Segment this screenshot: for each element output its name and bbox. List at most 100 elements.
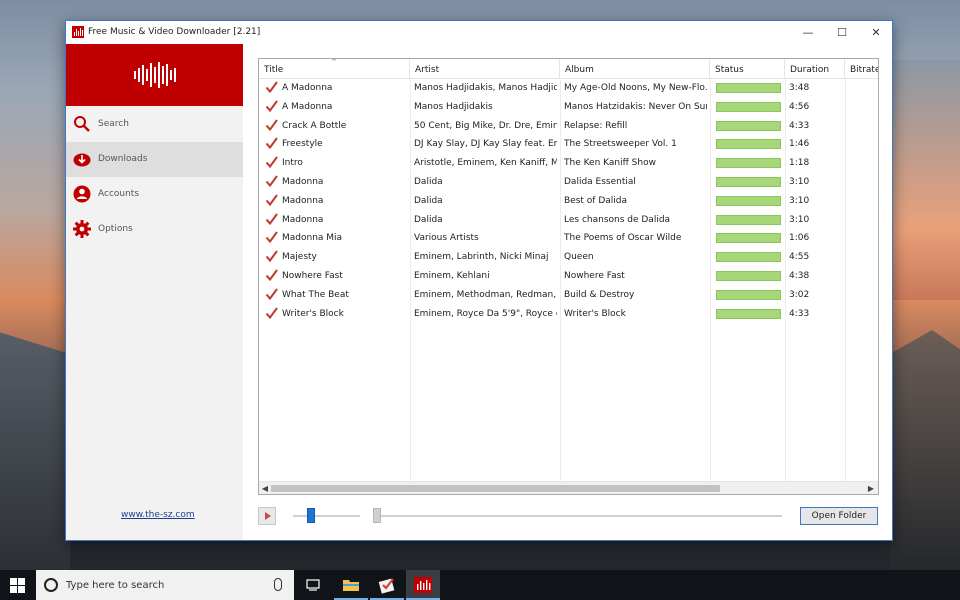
checkmark-icon [265, 250, 278, 263]
cell-artist: Dalida [414, 214, 443, 225]
cell-album: Build & Destroy [564, 289, 635, 300]
sidebar-item-label: Search [98, 119, 129, 129]
sort-ascending-icon: ^ [331, 58, 337, 66]
cell-duration: 3:10 [789, 177, 810, 187]
checkmark-icon [265, 175, 278, 188]
app-window: Free Music & Video Downloader [2.21] — ☐… [65, 20, 893, 541]
app-logo-icon [72, 26, 84, 38]
volume-slider-track[interactable] [293, 515, 360, 517]
search-placeholder: Type here to search [66, 580, 165, 591]
column-header-duration[interactable]: Duration [785, 59, 845, 79]
status-progress-bar [716, 252, 781, 263]
column-header-title[interactable]: Title ^ [259, 59, 410, 79]
cortana-icon [44, 578, 58, 592]
download-icon [73, 153, 91, 167]
column-header-album[interactable]: Album [560, 59, 710, 79]
downloads-table[interactable]: Title ^ Artist Album Status Duration Bit… [258, 58, 879, 495]
file-explorer-icon[interactable] [334, 570, 368, 600]
cell-album: Les chansons de Dalida [564, 214, 671, 225]
checkmark-icon [265, 137, 278, 150]
task-view-icon[interactable] [296, 570, 330, 600]
sidebar-item-label: Accounts [98, 189, 140, 199]
checkmark-icon [265, 288, 278, 300]
cell-album: The Ken Kaniff Show [564, 158, 656, 169]
scrollbar-thumb[interactable] [271, 485, 720, 492]
table-row[interactable]: Madonna Dalida Les chansons de Dalida 3:10 [259, 211, 878, 230]
checkmark-icon [265, 100, 278, 112]
cell-title: A Madonna [282, 101, 333, 112]
cell-album: My Age-Old Noons, My New-Flo... [564, 83, 707, 93]
sidebar-item-search[interactable]: Search [66, 107, 243, 142]
table-row[interactable]: Madonna Dalida Dalida Essential 3:10 [259, 173, 878, 192]
table-row[interactable]: A Madonna Manos Hadjidakis, Manos Hadjid.… [259, 79, 878, 98]
sidebar-item-accounts[interactable]: Accounts [66, 177, 243, 212]
status-progress-bar [716, 214, 781, 225]
cell-title: What The Beat [282, 289, 349, 300]
cell-album: Writer's Block [564, 308, 626, 319]
search-icon [74, 116, 90, 132]
cell-title: Nowhere Fast [282, 271, 343, 281]
table-row[interactable]: What The Beat Eminem, Methodman, Redman, … [259, 286, 878, 305]
cell-duration: 1:46 [789, 139, 810, 150]
scroll-right-icon[interactable]: ▶ [865, 482, 877, 494]
play-button[interactable] [258, 507, 276, 525]
cell-duration: 3:10 [789, 214, 810, 225]
minimize-icon: — [802, 26, 814, 39]
music-downloader-icon[interactable] [406, 570, 440, 600]
taskbar-search-box[interactable]: Type here to search [36, 570, 294, 600]
cell-duration: 3:10 [789, 195, 810, 206]
cell-duration: 4:56 [789, 101, 810, 112]
cell-duration: 1:06 [789, 233, 810, 244]
checkmark-icon [265, 269, 278, 282]
table-row[interactable]: Nowhere Fast Eminem, Kehlani Nowhere Fast 4… [259, 267, 878, 286]
checkmark-icon [265, 156, 278, 169]
cell-title: Writer's Block [282, 308, 344, 319]
status-progress-bar [716, 177, 781, 187]
cell-title: Crack A Bottle [282, 120, 347, 131]
scroll-left-icon[interactable]: ◀ [259, 482, 271, 494]
gear-icon [73, 220, 91, 238]
windows-start-icon[interactable] [10, 578, 25, 593]
sidebar-item-downloads[interactable]: Downloads [66, 142, 243, 177]
column-header-status[interactable]: Status [710, 59, 785, 79]
maximize-button[interactable]: ☐ [825, 21, 859, 44]
minimize-button[interactable]: — [791, 21, 825, 44]
cell-title: Freestyle [282, 139, 323, 150]
table-row[interactable]: Madonna Mia Various Artists The Poems of O… [259, 229, 878, 248]
open-folder-button[interactable]: Open Folder [800, 507, 878, 525]
close-button[interactable]: ✕ [859, 21, 893, 44]
column-header-artist[interactable]: Artist [410, 59, 560, 79]
close-icon: ✕ [871, 26, 881, 39]
table-row[interactable]: Freestyle DJ Kay Slay, DJ Kay Slay feat. … [259, 135, 878, 154]
app-logo-banner [66, 44, 243, 106]
checkmark-icon [265, 213, 278, 225]
status-progress-bar [716, 139, 781, 150]
status-progress-bar [716, 120, 781, 131]
volume-slider-thumb[interactable] [307, 508, 315, 523]
seek-slider-thumb[interactable] [373, 508, 381, 523]
cell-title: Madonna [282, 214, 324, 225]
checkmark-icon [265, 119, 278, 131]
table-row[interactable]: A Madonna Manos Hadjidakis Manos Hatzidaki… [259, 98, 878, 117]
cell-duration: 1:18 [789, 158, 810, 169]
seek-slider-track[interactable] [376, 515, 782, 517]
column-header-bitrate[interactable]: Bitrate [845, 59, 878, 79]
table-row[interactable]: Crack A Bottle 50 Cent, Big Mike, Dr. Dre… [259, 117, 878, 136]
checklist-app-icon[interactable] [370, 570, 404, 600]
horizontal-scrollbar[interactable]: ◀ ▶ [259, 481, 878, 494]
cell-album: Nowhere Fast [564, 271, 625, 281]
cell-artist: Eminem, Labrinth, Nicki Minaj [414, 252, 549, 263]
sidebar-item-options[interactable]: Options [66, 212, 243, 247]
cell-title: A Madonna [282, 83, 333, 93]
checkmark-icon [265, 194, 278, 206]
table-row[interactable]: Madonna Dalida Best of Dalida 3:10 [259, 192, 878, 211]
cell-artist: Eminem, Kehlani [414, 271, 490, 281]
title-bar[interactable]: Free Music & Video Downloader [2.21] — ☐… [66, 21, 892, 44]
microphone-icon[interactable] [274, 578, 282, 591]
website-link[interactable]: www.the-sz.com [121, 510, 195, 520]
table-row[interactable]: Majesty Eminem, Labrinth, Nicki Minaj Quee… [259, 248, 878, 267]
table-row[interactable]: Writer's Block Eminem, Royce Da 5'9", Roy… [259, 305, 878, 324]
table-row[interactable]: Intro Aristotle, Eminem, Ken Kaniff, Ma..… [259, 154, 878, 173]
sidebar: Search Downloads Accounts Options www.th… [66, 44, 243, 540]
status-progress-bar [716, 233, 781, 244]
